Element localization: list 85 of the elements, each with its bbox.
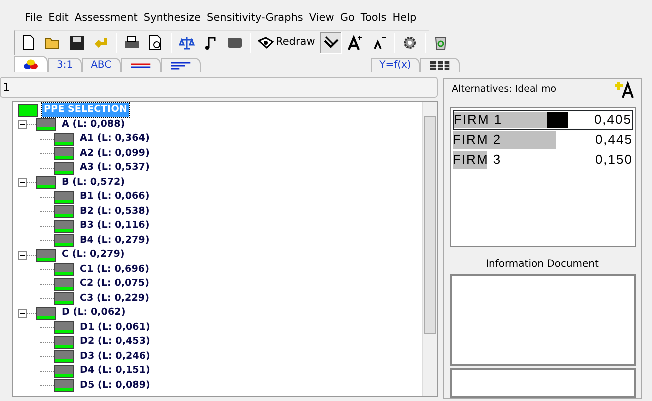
alternative-name: FIRM 2 [453, 131, 502, 150]
scale-icon[interactable] [179, 35, 195, 51]
table-icon [429, 60, 452, 72]
shapes-icon [23, 58, 39, 70]
alternatives-link[interactable]: Alternatives: Ideal mo [452, 83, 557, 98]
alternative-row[interactable]: FIRM 3 0,150 [453, 150, 633, 170]
tree-item[interactable]: B3 (L: 0,116) [78, 219, 152, 234]
tab[interactable] [160, 58, 201, 72]
alternative-value: 0,445 [595, 131, 633, 150]
node-icon [54, 190, 74, 204]
tree-item[interactable]: B (L: 0,572) [60, 176, 128, 190]
tree-item[interactable]: D2 (L: 0,453) [78, 335, 152, 350]
tree-item[interactable]: C (L: 0,279) [60, 248, 127, 262]
tree-item[interactable]: D3 (L: 0,246) [78, 350, 152, 364]
panel-icon[interactable] [227, 35, 243, 51]
node-icon [54, 364, 74, 378]
tree-item[interactable]: B4 (L: 0,279) [78, 234, 152, 248]
menu-item[interactable]: Edit [46, 10, 72, 30]
tree-item[interactable]: C3 (L: 0,229) [78, 292, 152, 306]
alternative-value: 0,150 [595, 151, 633, 170]
redraw-button[interactable]: Redraw [255, 32, 318, 54]
node-icon [18, 104, 38, 117]
node-icon [54, 278, 74, 291]
save-icon[interactable] [69, 35, 85, 51]
menu-item[interactable]: File [22, 10, 46, 30]
tab[interactable] [420, 58, 460, 72]
add-icon[interactable] [615, 81, 635, 99]
menu-item[interactable]: Assessment [72, 10, 141, 30]
gear-icon[interactable] [402, 35, 418, 51]
recycle-bin-icon[interactable] [433, 35, 450, 51]
tree-item[interactable]: A1 (L: 0,364) [78, 132, 152, 146]
new-file-icon[interactable] [21, 35, 37, 51]
tab[interactable]: Y=f(x) [370, 58, 420, 72]
tree-item[interactable]: B1 (L: 0,066) [78, 190, 152, 204]
expander-icon[interactable] [18, 178, 27, 188]
tree-item[interactable]: A3 (L: 0,537) [78, 161, 152, 176]
tree-item[interactable]: C2 (L: 0,075) [78, 277, 152, 292]
panel-title: Information Document [485, 258, 600, 272]
tree-item[interactable]: C1 (L: 0,696) [78, 262, 152, 277]
node-icon [54, 132, 74, 146]
tab[interactable] [14, 56, 48, 72]
tree-item[interactable]: B2 (L: 0,538) [78, 204, 152, 219]
tree-item[interactable]: A2 (L: 0,099) [78, 146, 152, 161]
node-icon [54, 336, 74, 349]
node-icon [54, 321, 74, 334]
menu-item[interactable]: Sensitivity-Graphs [204, 10, 306, 30]
node-icon [54, 147, 74, 160]
printer-icon[interactable] [124, 35, 140, 51]
font-bigger-icon[interactable] [347, 35, 364, 51]
node-icon [54, 292, 74, 306]
node-icon [36, 306, 56, 320]
node-icon [54, 220, 74, 233]
node-icon [54, 263, 74, 276]
tab[interactable]: 3:1 [48, 58, 82, 72]
tab[interactable] [120, 58, 161, 72]
menu-item[interactable]: View [306, 10, 338, 30]
expander-icon[interactable] [18, 120, 27, 130]
tree-item[interactable]: D4 (L: 0,151) [78, 364, 152, 378]
print-preview-icon[interactable] [148, 35, 164, 51]
tree-item[interactable]: D (L: 0,062) [60, 306, 128, 320]
node-icon [54, 350, 74, 364]
node-icon [54, 205, 74, 218]
tree-item[interactable]: D1 (L: 0,061) [78, 320, 152, 335]
alternative-name: FIRM 3 [453, 151, 502, 170]
node-icon [36, 248, 56, 262]
scrollbar[interactable] [422, 102, 437, 396]
node-icon [54, 234, 74, 248]
expander-icon[interactable] [18, 308, 27, 318]
tree-item[interactable]: D5 (L: 0,089) [78, 378, 152, 393]
eye-icon [258, 35, 274, 51]
tab[interactable]: ABC [82, 58, 121, 72]
bars-icon [170, 60, 192, 72]
node-icon [36, 118, 56, 132]
node-icon [36, 176, 56, 190]
expander-icon[interactable] [18, 250, 27, 260]
tree-item[interactable]: A (L: 0,088) [60, 118, 128, 132]
input-field[interactable]: 1 [0, 77, 438, 98]
node-icon [54, 379, 74, 392]
menu-item[interactable]: Help [390, 10, 420, 30]
menu-item[interactable]: Tools [358, 10, 390, 30]
menu-item[interactable]: Go [337, 10, 358, 30]
music-note-icon[interactable] [203, 35, 219, 51]
node-icon [54, 162, 74, 175]
information-field[interactable] [450, 368, 636, 398]
menu-item[interactable]: Synthesize [140, 10, 204, 30]
